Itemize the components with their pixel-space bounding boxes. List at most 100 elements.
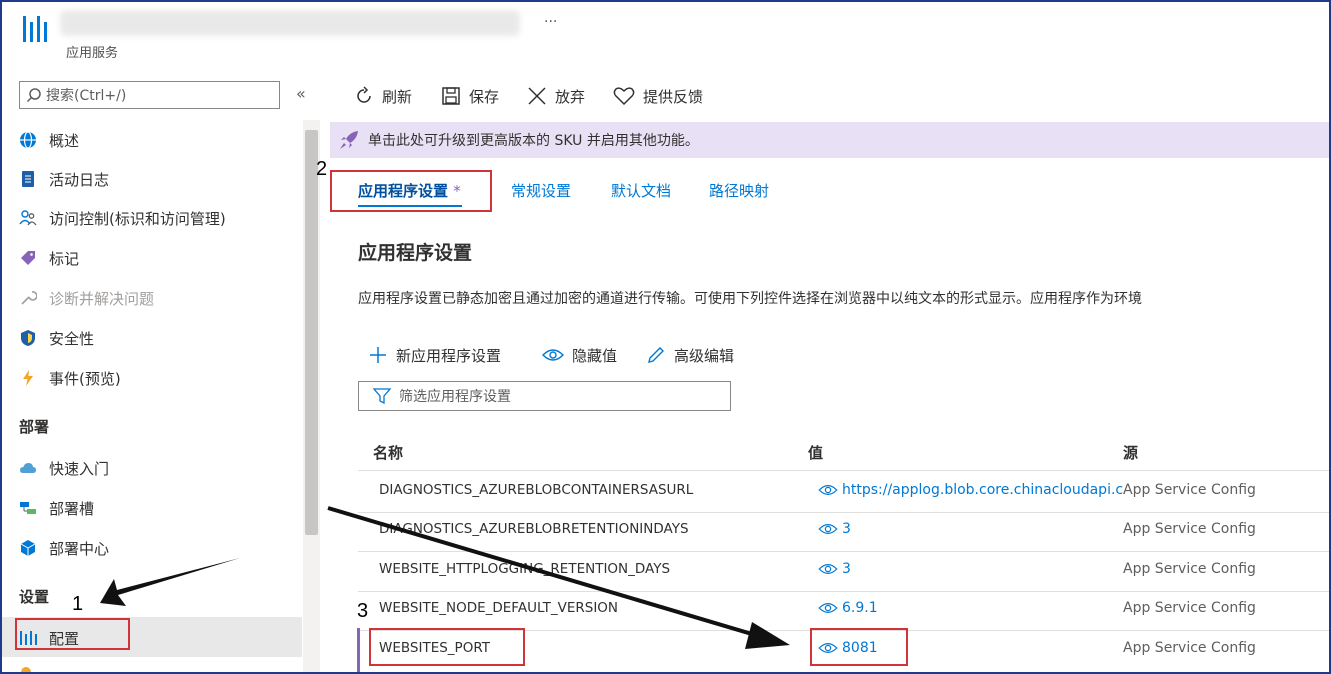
upgrade-banner-text: 单击此处可升级到更高版本的 SKU 并启用其他功能。 [368, 133, 699, 149]
sidebar-item-label: 概述 [49, 131, 80, 150]
section-settings-heading: 设置 [19, 588, 50, 606]
sidebar-scrollbar-thumb[interactable] [305, 130, 318, 535]
app-service-config-icon [23, 16, 47, 42]
eye-icon [818, 564, 838, 574]
table-divider [358, 591, 1331, 592]
feedback-label: 提供反馈 [643, 87, 704, 106]
value-text: 3 [842, 521, 851, 537]
sidebar-item-label: 活动日志 [49, 170, 110, 189]
table-divider [358, 470, 1331, 471]
table-row-source: App Service Config [1123, 561, 1256, 577]
annotation-box-port-name [369, 628, 525, 666]
feedback-button[interactable]: 提供反馈 [613, 84, 703, 108]
section-description: 应用程序设置已静态加密且通过加密的通道进行传输。可使用下列控件选择在浏览器中以纯… [358, 291, 1142, 307]
annotation-box-tab [330, 170, 492, 212]
advanced-edit-label: 高级编辑 [674, 346, 735, 365]
shield-icon [21, 330, 35, 346]
key-icon [21, 667, 31, 674]
section-deploy-heading: 部署 [19, 418, 50, 436]
column-header-source[interactable]: 源 [1123, 442, 1138, 463]
sidebar-item-label: 标记 [49, 249, 80, 268]
table-row-value[interactable]: 6.9.1 [818, 600, 878, 616]
table-row-name[interactable]: DIAGNOSTICS_AZUREBLOBRETENTIONINDAYS [379, 521, 689, 537]
sidebar-item-deployment-center[interactable]: 部署中心 [19, 534, 299, 562]
eye-icon [818, 603, 838, 613]
sidebar-item-overview[interactable]: 概述 [19, 126, 299, 154]
sidebar-search-placeholder: 搜索(Ctrl+/) [46, 88, 127, 104]
value-text: 6.9.1 [842, 600, 878, 616]
annotation-number-2: 2 [316, 158, 328, 180]
sidebar-item-label: 部署槽 [49, 499, 95, 518]
column-header-name[interactable]: 名称 [373, 442, 403, 463]
advanced-edit-button[interactable]: 高级编辑 [646, 344, 734, 366]
wrench-icon [21, 291, 37, 305]
sidebar-item-activity-log[interactable]: 活动日志 [19, 165, 299, 193]
refresh-icon [357, 86, 371, 103]
annotation-box-configuration [15, 618, 130, 650]
table-row-source: App Service Config [1123, 640, 1256, 656]
column-header-value[interactable]: 值 [808, 442, 823, 463]
discard-label: 放弃 [555, 87, 586, 106]
save-icon [442, 87, 460, 105]
sidebar-item-events[interactable]: 事件(预览) [19, 364, 299, 392]
eye-icon [818, 485, 838, 495]
tag-icon [21, 251, 35, 265]
sidebar-item-label: 快速入门 [49, 459, 110, 478]
table-row-name[interactable]: DIAGNOSTICS_AZUREBLOBCONTAINERSASURL [379, 482, 693, 498]
sidebar-item-label: 访问控制(标识和访问管理) [49, 209, 226, 228]
hide-values-button[interactable]: 隐藏值 [542, 344, 617, 366]
annotation-arrow-1 [100, 558, 240, 606]
table-row-name[interactable]: WEBSITE_HTTPLOGGING_RETENTION_DAYS [379, 561, 670, 577]
sidebar-item-deployment-slots[interactable]: 部署槽 [19, 494, 299, 522]
refresh-button[interactable]: 刷新 [354, 84, 412, 108]
more-actions-button[interactable]: ... [544, 10, 557, 26]
value-text: 3 [842, 561, 851, 577]
upgrade-banner[interactable]: 单击此处可升级到更高版本的 SKU 并启用其他功能。 [330, 122, 1331, 158]
slots-icon [20, 502, 36, 514]
table-row-value[interactable]: https://applog.blob.core.chinacloudapi.c [818, 482, 1123, 498]
sidebar-item-label: 诊断并解决问题 [49, 289, 155, 308]
save-button[interactable]: 保存 [441, 84, 499, 108]
sidebar-item-tags[interactable]: 标记 [19, 244, 299, 272]
collapse-sidebar-button[interactable]: « [296, 84, 306, 103]
refresh-label: 刷新 [382, 87, 413, 106]
sidebar-item-label: 安全性 [49, 329, 95, 348]
sidebar-search-input[interactable]: 搜索(Ctrl+/) [19, 81, 280, 109]
table-row-source: App Service Config [1123, 482, 1256, 498]
heart-icon [613, 87, 635, 106]
eye-icon [818, 524, 838, 534]
blurred-page-title [60, 10, 520, 36]
filter-placeholder: 筛选应用程序设置 [399, 389, 511, 405]
section-title: 应用程序设置 [358, 242, 473, 264]
tab-path-mappings[interactable]: 路径映射 [709, 180, 769, 201]
table-row-source: App Service Config [1123, 521, 1256, 537]
sidebar-item-security[interactable]: 安全性 [19, 324, 299, 352]
filter-icon [373, 388, 391, 405]
table-divider [358, 551, 1331, 552]
save-label: 保存 [469, 87, 500, 106]
sidebar-item-quickstart[interactable]: 快速入门 [19, 454, 299, 482]
plus-icon [370, 347, 386, 363]
eye-icon [542, 349, 564, 361]
sidebar-item-diagnose[interactable]: 诊断并解决问题 [19, 284, 299, 312]
search-icon [26, 88, 41, 103]
hide-values-label: 隐藏值 [572, 346, 618, 365]
table-divider [358, 512, 1331, 513]
tab-default-documents[interactable]: 默认文档 [611, 180, 671, 201]
annotation-number-3: 3 [357, 600, 369, 622]
tab-general-settings[interactable]: 常规设置 [511, 180, 571, 201]
people-icon [19, 210, 37, 226]
table-row-value[interactable]: 3 [818, 561, 851, 577]
new-setting-button[interactable]: 新应用程序设置 [368, 344, 501, 366]
discard-button[interactable]: 放弃 [527, 84, 585, 108]
rocket-icon [340, 131, 358, 149]
sidebar-item-access-control[interactable]: 访问控制(标识和访问管理) [19, 204, 299, 232]
table-row-name[interactable]: WEBSITE_NODE_DEFAULT_VERSION [379, 600, 618, 616]
new-setting-label: 新应用程序设置 [396, 346, 502, 365]
annotation-box-port-value [810, 628, 908, 666]
table-row-value[interactable]: 3 [818, 521, 851, 537]
annotation-number-1: 1 [72, 593, 84, 615]
filter-settings-input[interactable]: 筛选应用程序设置 [358, 381, 731, 411]
sidebar-item-label: 事件(预览) [49, 369, 121, 388]
close-icon [528, 87, 546, 105]
